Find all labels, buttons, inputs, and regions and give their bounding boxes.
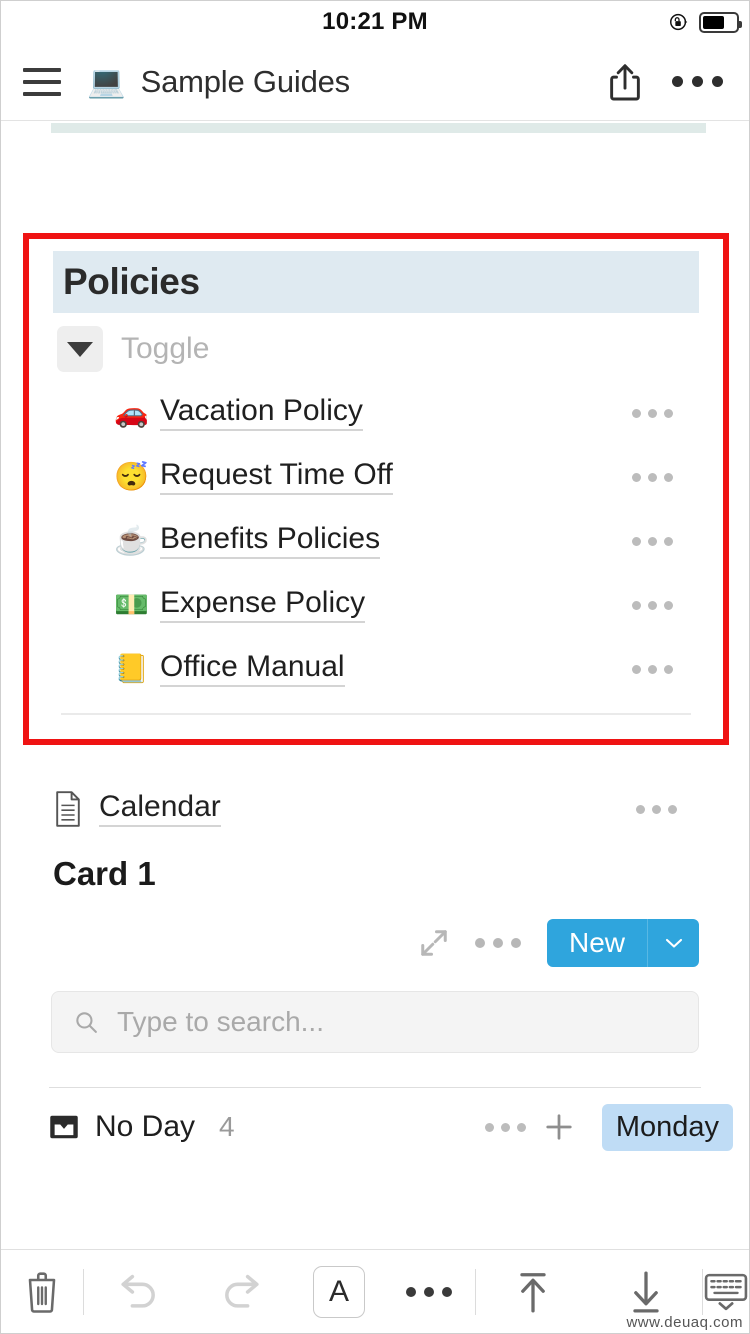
card-title: Card 1 — [53, 855, 156, 892]
chevron-down-icon — [665, 938, 682, 948]
app-screen: 10:21 PM 💻 Sample Guides Policies Toggle… — [0, 0, 750, 1334]
list-item-label[interactable]: Vacation Policy — [160, 395, 363, 432]
car-icon: 🚗 — [114, 397, 149, 428]
more-options-icon[interactable] — [632, 664, 673, 674]
more-options-icon[interactable] — [636, 804, 677, 814]
list-item[interactable]: 💵 Expense Policy — [57, 573, 695, 637]
list-item[interactable]: 🚗 Vacation Policy — [57, 381, 695, 445]
calendar-block: Calendar Card 1 New Type to search... No… — [1, 781, 749, 1158]
rotation-lock-icon — [670, 13, 688, 31]
money-icon: 💵 — [114, 589, 149, 620]
highlight-box-policies: Policies Toggle 🚗 Vacation Policy 😴 Requ… — [23, 233, 729, 745]
battery-icon — [699, 11, 742, 33]
search-placeholder: Type to search... — [117, 1006, 324, 1037]
section-divider — [61, 713, 691, 715]
list-item-label[interactable]: Request Time Off — [160, 459, 393, 496]
more-options-icon[interactable] — [632, 472, 673, 482]
triangle-down-icon[interactable] — [57, 326, 103, 372]
more-options-icon[interactable] — [672, 76, 723, 87]
toggle-block[interactable]: Toggle — [57, 321, 695, 377]
more-options-icon[interactable] — [632, 408, 673, 418]
app-bar: 💻 Sample Guides — [1, 43, 749, 121]
move-up-icon[interactable] — [476, 1270, 589, 1314]
inbox-icon — [50, 1115, 78, 1139]
clipped-block-above — [51, 123, 706, 133]
list-item-label[interactable]: Benefits Policies — [160, 523, 381, 560]
new-button[interactable]: New — [546, 919, 647, 967]
list-item[interactable]: ☕ Benefits Policies — [57, 509, 695, 573]
doc-emoji-icon: 💻 — [87, 64, 126, 99]
list-item[interactable]: 😴 Request Time Off — [57, 445, 695, 509]
list-item[interactable]: 📒 Office Manual — [57, 637, 695, 701]
list-item-label[interactable]: Expense Policy — [160, 587, 366, 624]
coffee-icon: ☕ — [114, 525, 149, 556]
page-content: Policies Toggle 🚗 Vacation Policy 😴 Requ… — [1, 121, 749, 1249]
policy-list: 🚗 Vacation Policy 😴 Request Time Off ☕ B — [57, 381, 695, 701]
calendar-row[interactable]: Calendar — [1, 781, 749, 837]
group-label: No Day — [95, 1110, 196, 1143]
group-count: 4 — [219, 1111, 235, 1142]
format-text-button[interactable]: A — [296, 1265, 382, 1318]
view-toolbar: New — [1, 893, 749, 967]
status-clock: 10:21 PM — [322, 8, 428, 35]
expand-diagonal-icon[interactable] — [419, 928, 449, 958]
search-input[interactable]: Type to search... — [51, 991, 699, 1053]
status-bar: 10:21 PM — [1, 1, 749, 43]
bottom-toolbar: A www.deuaq.com — [1, 1249, 749, 1333]
delete-icon[interactable] — [1, 1271, 83, 1313]
notebook-icon: 📒 — [114, 653, 149, 684]
search-icon — [76, 1011, 97, 1033]
group-row-no-day[interactable]: No Day 4 Monday — [1, 1096, 749, 1158]
list-item-label[interactable]: Office Manual — [160, 651, 345, 688]
more-options-icon[interactable] — [632, 600, 673, 610]
watermark: www.deuaq.com — [626, 1314, 743, 1331]
new-button-dropdown[interactable] — [647, 919, 699, 967]
more-options-icon[interactable] — [632, 536, 673, 546]
hamburger-menu-icon[interactable] — [23, 67, 61, 96]
more-options-icon[interactable] — [484, 1122, 526, 1132]
new-button-group[interactable]: New — [546, 919, 699, 967]
redo-icon[interactable] — [190, 1272, 296, 1312]
undo-icon[interactable] — [84, 1272, 190, 1312]
more-options-icon[interactable] — [474, 938, 521, 948]
policies-heading-block[interactable]: Policies — [53, 251, 699, 313]
sleeping-face-icon: 😴 — [114, 461, 149, 492]
keyboard-dismiss-icon[interactable] — [703, 1272, 749, 1312]
move-down-icon[interactable] — [589, 1270, 702, 1314]
day-badge[interactable]: Monday — [601, 1103, 733, 1151]
list-divider — [49, 1087, 701, 1088]
toggle-placeholder-label: Toggle — [121, 332, 210, 365]
status-indicators — [668, 1, 742, 43]
format-text-label: A — [313, 1265, 365, 1318]
policies-heading-text: Policies — [63, 261, 200, 302]
share-icon[interactable] — [608, 62, 642, 102]
calendar-link-label[interactable]: Calendar — [99, 791, 221, 828]
page-title: Sample Guides — [140, 63, 351, 99]
document-page-icon — [56, 791, 80, 827]
more-options-icon[interactable] — [382, 1286, 475, 1297]
plus-icon[interactable] — [544, 1112, 574, 1142]
